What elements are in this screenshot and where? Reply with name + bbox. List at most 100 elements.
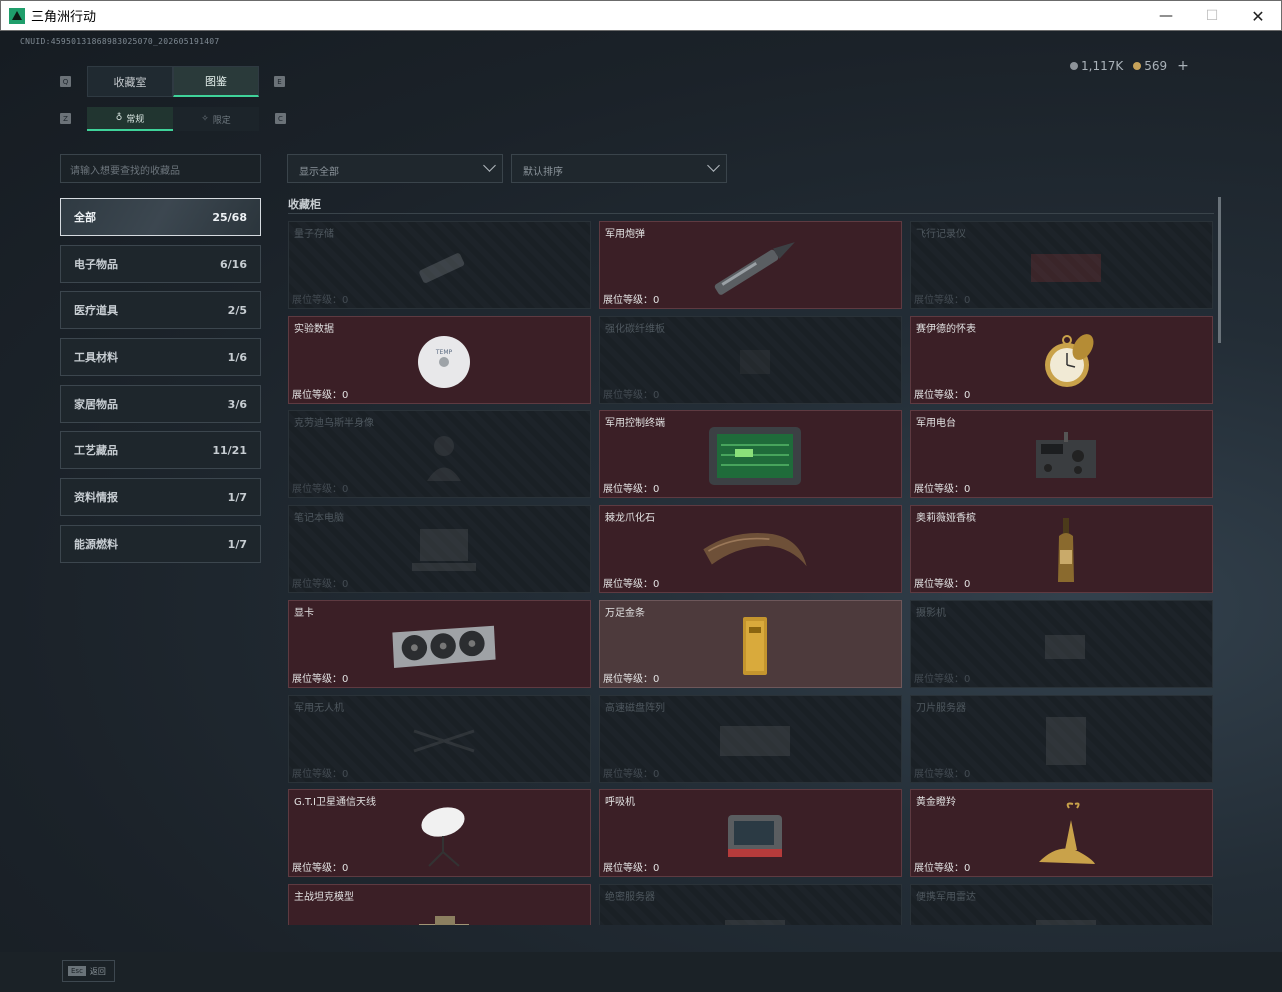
display-filter-value: 显示全部 [299, 167, 339, 178]
category-count: 1/7 [227, 490, 247, 504]
category-tools[interactable]: 工具材料 1/6 [60, 338, 261, 376]
collection-item-card[interactable]: 军用控制终端 展位等级：0 [599, 410, 902, 498]
carbon-plate-icon [700, 327, 810, 397]
item-name: 摄影机 [916, 608, 946, 619]
collection-item-card[interactable]: 军用炮弹 展位等级：0 [599, 221, 902, 309]
minimize-button[interactable]: — [1143, 1, 1189, 31]
collection-item-card[interactable]: G.T.I卫星通信天线 展位等级：0 [288, 789, 591, 877]
collection-item-card[interactable]: 军用电台 展位等级：0 [910, 410, 1213, 498]
collection-item-card[interactable]: 赛伊德的怀表展位等级：0 [910, 316, 1213, 404]
item-name: 黄金瞪羚 [916, 797, 956, 808]
sort-dropdown[interactable]: 默认排序 [511, 154, 727, 183]
collection-item-card[interactable]: 万足金条 展位等级：0 [599, 600, 902, 688]
item-level: 展位等级：0 [292, 765, 348, 780]
collection-item-card[interactable]: 棘龙爪化石 展位等级：0 [599, 505, 902, 593]
item-name: 飞行记录仪 [916, 229, 966, 240]
level-value: 0 [342, 674, 349, 685]
level-label: 展位等级： [603, 769, 653, 780]
item-level: 展位等级：0 [603, 765, 659, 780]
collection-item-card[interactable]: 高速磁盘阵列 展位等级：0 [599, 695, 902, 783]
add-currency-button[interactable]: + [1177, 58, 1189, 74]
item-name: 主战坦克模型 [294, 892, 354, 903]
grid-scrollbar[interactable] [1218, 197, 1221, 343]
category-household[interactable]: 家居物品 3/6 [60, 385, 261, 423]
level-label: 展位等级： [292, 295, 342, 306]
collection-item-card[interactable]: 强化碳纤维板 展位等级：0 [599, 316, 902, 404]
item-name: 实验数据 [294, 324, 334, 335]
item-name: 克劳迪乌斯半身像 [294, 418, 374, 429]
category-energy[interactable]: 能源燃料 1/7 [60, 525, 261, 563]
level-label: 展位等级： [914, 769, 964, 780]
collection-item-card[interactable]: 奥莉薇娅香槟 展位等级：0 [910, 505, 1213, 593]
display-filter-dropdown[interactable]: 显示全部 [287, 154, 503, 183]
collection-item-card[interactable]: 绝密服务器展位等级：0 [599, 884, 902, 925]
item-level: 展位等级：0 [914, 575, 970, 590]
level-label: 展位等级： [914, 390, 964, 401]
secret-server-icon [700, 895, 810, 925]
level-label: 展位等级： [603, 579, 653, 590]
category-electronics[interactable]: 电子物品 6/16 [60, 245, 261, 283]
search-input[interactable]: 请输入想要查找的收藏品 [60, 154, 261, 183]
collection-item-card[interactable]: 飞行记录仪 展位等级：0 [910, 221, 1213, 309]
category-intel[interactable]: 资料情报 1/7 [60, 478, 261, 516]
item-level: 展位等级：0 [914, 386, 970, 401]
category-count: 3/6 [227, 397, 247, 411]
category-count: 2/5 [227, 303, 247, 317]
subtab-limited[interactable]: ✧ 限定 [173, 107, 259, 131]
level-label: 展位等级： [292, 674, 342, 685]
collection-item-card[interactable]: 摄影机 展位等级：0 [910, 600, 1213, 688]
item-level: 展位等级：0 [292, 386, 348, 401]
chevron-down-icon [707, 159, 720, 172]
collection-item-card[interactable]: 显卡 展位等级：0 [288, 600, 591, 688]
subtab-regular[interactable]: ♁ 常规 [87, 107, 173, 131]
maximize-button[interactable]: ☐ [1189, 1, 1235, 31]
level-value: 0 [653, 484, 660, 495]
item-name: 棘龙爪化石 [605, 513, 655, 524]
claw-fossil-icon [700, 516, 810, 586]
item-name: 笔记本电脑 [294, 513, 344, 524]
section-title: 收藏柜 [288, 198, 321, 211]
gold-gazelle-icon [1011, 800, 1121, 870]
collection-item-card[interactable]: 笔记本电脑 展位等级：0 [288, 505, 591, 593]
regular-icon: ♁ [115, 113, 123, 123]
level-label: 展位等级： [603, 484, 653, 495]
data-disc-icon: TEMP [389, 327, 499, 397]
close-button[interactable]: ✕ [1235, 1, 1281, 31]
category-all[interactable]: 全部 25/68 [60, 198, 261, 236]
category-crafts[interactable]: 工艺藏品 11/21 [60, 431, 261, 469]
silver-currency: 1,117K [1070, 59, 1123, 73]
collection-item-card[interactable]: 量子存储 展位等级：0 [288, 221, 591, 309]
window-title: 三角洲行动 [31, 10, 97, 25]
category-label: 家居物品 [74, 398, 118, 411]
level-value: 0 [342, 390, 349, 401]
collection-item-card[interactable]: 军用无人机 展位等级：0 [288, 695, 591, 783]
champagne-icon [1011, 516, 1121, 586]
item-level: 展位等级：0 [914, 480, 970, 495]
category-medical[interactable]: 医疗道具 2/5 [60, 291, 261, 329]
tab-codex[interactable]: 图鉴 [173, 66, 259, 97]
category-label: 医疗道具 [74, 304, 118, 317]
tab-collection-room[interactable]: 收藏室 [87, 66, 173, 97]
collection-item-card[interactable]: 黄金瞪羚 展位等级：0 [910, 789, 1213, 877]
item-level: 展位等级：0 [292, 670, 348, 685]
graphics-card-icon [389, 611, 499, 681]
collection-item-card[interactable]: 刀片服务器 展位等级：0 [910, 695, 1213, 783]
back-label: 返回 [89, 966, 106, 976]
collection-item-card[interactable]: 克劳迪乌斯半身像 展位等级：0 [288, 410, 591, 498]
collection-item-card[interactable]: 主战坦克模型展位等级：0 [288, 884, 591, 925]
gold-bar-icon [700, 611, 810, 681]
radar-icon [1011, 895, 1121, 925]
collection-item-card[interactable]: 实验数据 TEMP 展位等级：0 [288, 316, 591, 404]
item-level: 展位等级：0 [603, 859, 659, 874]
back-button[interactable]: Esc 返回 [62, 960, 115, 982]
level-label: 展位等级： [914, 674, 964, 685]
item-name: 赛伊德的怀表 [916, 324, 976, 335]
collection-item-card[interactable]: 呼吸机 展位等级：0 [599, 789, 902, 877]
window-titlebar: 三角洲行动 — ☐ ✕ [0, 0, 1282, 31]
game-viewport: CNUID:45950131868983025070_202605191407 … [0, 31, 1282, 992]
level-label: 展位等级： [292, 769, 342, 780]
level-value: 0 [342, 769, 349, 780]
currency-display: 1,117K 569 + [1070, 58, 1189, 74]
collection-item-card[interactable]: 便携军用雷达展位等级：0 [910, 884, 1213, 925]
silver-amount: 1,117K [1081, 59, 1124, 73]
